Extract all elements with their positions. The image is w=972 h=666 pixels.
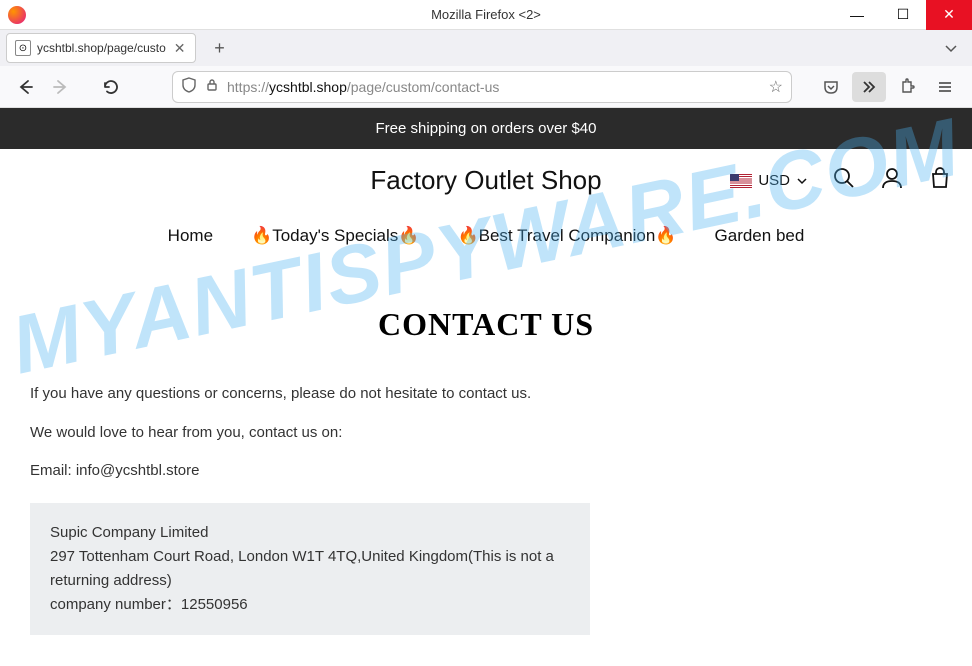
tab-bar: ⊙ ycshtbl.shop/page/custo ✕ + (0, 30, 972, 66)
paragraph-intro: If you have any questions or concerns, p… (30, 383, 942, 406)
main-nav: Home 🔥Today's Specials🔥 🔥Best Travel Com… (0, 212, 972, 266)
address-box: Supic Company Limited 297 Tottenham Cour… (30, 503, 590, 635)
page-body: CONTACT US If you have any questions or … (0, 266, 972, 655)
pocket-button[interactable] (814, 72, 848, 102)
new-tab-button[interactable]: + (204, 33, 234, 63)
currency-selector[interactable]: USD (730, 172, 808, 189)
back-button[interactable] (10, 72, 40, 102)
shop-header: Factory Outlet Shop USD (0, 149, 972, 212)
company-name: Supic Company Limited (50, 521, 570, 545)
bookmark-star-icon[interactable]: ☆ (769, 77, 783, 97)
chevron-down-icon (796, 175, 808, 187)
cart-button[interactable] (928, 166, 952, 195)
close-button[interactable]: ✕ (926, 0, 972, 30)
currency-label: USD (758, 172, 790, 189)
search-button[interactable] (832, 166, 856, 195)
chevron-down-icon (944, 41, 958, 55)
paragraph-contact: We would love to hear from you, contact … (30, 422, 942, 445)
page-heading: CONTACT US (30, 306, 942, 343)
paragraph-email: Email: info@ycshtbl.store (30, 460, 942, 483)
overflow-button[interactable] (852, 72, 886, 102)
user-icon (880, 166, 904, 190)
window-titlebar: Mozilla Firefox <2> — ☐ ✕ (0, 0, 972, 30)
shop-title: Factory Outlet Shop (370, 165, 601, 196)
app-menu-button[interactable] (928, 72, 962, 102)
webpage-content: Free shipping on orders over $40 Factory… (0, 108, 972, 655)
arrow-right-icon (52, 78, 70, 96)
flag-us-icon (730, 174, 752, 188)
tabs-dropdown-button[interactable] (936, 33, 966, 63)
browser-toolbar: https://ycshtbl.shop/page/custom/contact… (0, 66, 972, 108)
tab-favicon-icon: ⊙ (15, 40, 31, 56)
url-text: https://ycshtbl.shop/page/custom/contact… (227, 79, 761, 95)
double-chevron-right-icon (860, 78, 878, 96)
company-number: company number：12550956 (50, 593, 570, 617)
maximize-button[interactable]: ☐ (880, 0, 926, 30)
puzzle-icon (898, 78, 916, 96)
minimize-button[interactable]: — (834, 0, 880, 30)
forward-button[interactable] (46, 72, 76, 102)
company-address: 297 Tottenham Court Road, London W1T 4TQ… (50, 545, 570, 593)
extensions-button[interactable] (890, 72, 924, 102)
window-title: Mozilla Firefox <2> (431, 7, 541, 22)
nav-item-specials[interactable]: 🔥Today's Specials🔥 (251, 226, 419, 246)
nav-item-home[interactable]: Home (168, 226, 213, 246)
firefox-logo-icon (8, 6, 26, 24)
nav-item-travel[interactable]: 🔥Best Travel Companion🔥 (457, 226, 676, 246)
shield-icon[interactable] (181, 77, 197, 96)
tab-close-icon[interactable]: ✕ (172, 40, 188, 57)
nav-item-garden[interactable]: Garden bed (715, 226, 805, 246)
lock-icon[interactable] (205, 78, 219, 95)
reload-button[interactable] (96, 72, 126, 102)
browser-tab[interactable]: ⊙ ycshtbl.shop/page/custo ✕ (6, 33, 196, 63)
account-button[interactable] (880, 166, 904, 195)
tab-label: ycshtbl.shop/page/custo (37, 41, 166, 55)
search-icon (832, 166, 856, 190)
shipping-banner: Free shipping on orders over $40 (0, 108, 972, 149)
hamburger-icon (936, 78, 954, 96)
url-bar[interactable]: https://ycshtbl.shop/page/custom/contact… (172, 71, 792, 103)
reload-icon (102, 78, 120, 96)
pocket-icon (822, 78, 840, 96)
arrow-left-icon (16, 78, 34, 96)
bag-icon (928, 166, 952, 190)
